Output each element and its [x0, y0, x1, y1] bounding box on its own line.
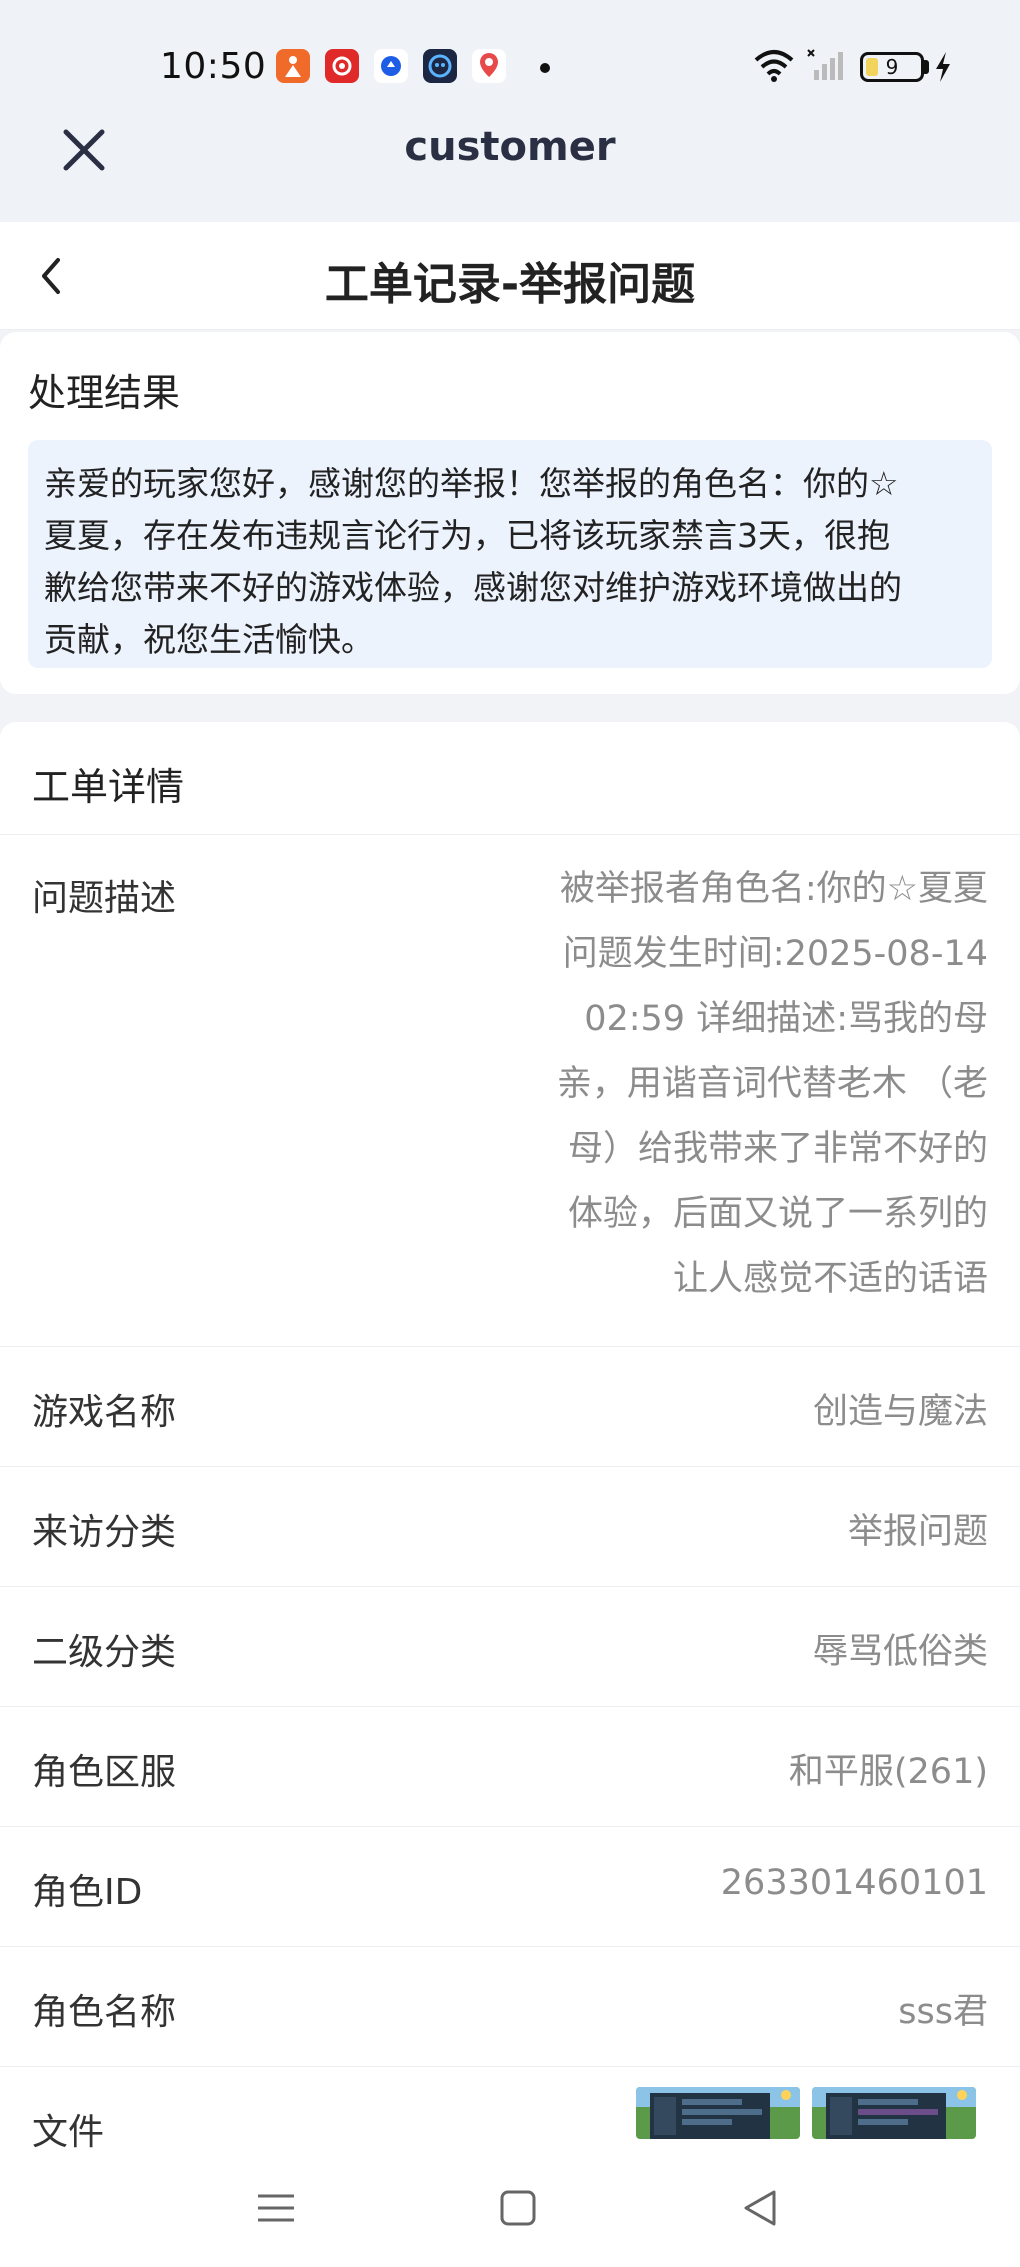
system-nav-bar — [0, 2150, 1020, 2267]
row-label: 问题描述 — [32, 878, 177, 919]
result-card: 处理结果 亲爱的玩家您好，感谢您的举报！您举报的角色名：你的☆ 夏夏，存在发布违… — [0, 332, 1020, 694]
detail-row-sub-category: 二级分类 辱骂低俗类 — [0, 1586, 1020, 1706]
description-line: 问题发生时间:2025-08-14 — [562, 934, 988, 974]
result-line: 夏夏，存在发布违规言论行为，已将该玩家禁言3天，很抱 — [44, 516, 890, 555]
home-icon[interactable] — [496, 2186, 540, 2230]
notification-dot — [540, 63, 550, 73]
row-value: 创造与魔法 — [812, 1392, 988, 1432]
file-thumbnail[interactable] — [812, 2087, 976, 2139]
detail-heading: 工单详情 — [32, 765, 185, 809]
description-line: 亲，用谐音词代替老木 （老 — [556, 1064, 988, 1104]
description-line: 体验，后面又说了一系列的 — [567, 1194, 988, 1234]
row-value: 和平服(261) — [788, 1752, 988, 1792]
result-line: 贡献，祝您生活愉快。 — [44, 620, 374, 659]
charging-bolt-icon — [936, 52, 950, 82]
detail-row-role-id: 角色ID 263301460101 — [0, 1826, 1020, 1946]
description-line: 让人感觉不适的话语 — [672, 1259, 988, 1299]
menu-icon[interactable] — [254, 2186, 298, 2230]
app-blue-circle-icon — [374, 49, 408, 83]
page-title: 工单记录-举报问题 — [324, 259, 696, 310]
result-line: 亲爱的玩家您好，感谢您的举报！您举报的角色名：你的☆ — [44, 464, 899, 503]
description-line: 被举报者角色名:你的☆夏夏 — [559, 869, 988, 909]
detail-card: 工单详情 问题描述 被举报者角色名:你的☆夏夏 问题发生时间:2025-08-1… — [0, 722, 1020, 2172]
description-line: 母）给我带来了非常不好的 — [567, 1129, 988, 1169]
battery-cap — [924, 60, 929, 74]
row-label: 角色名称 — [32, 1992, 177, 2033]
wifi-icon — [754, 50, 794, 82]
row-label: 角色区服 — [32, 1752, 177, 1793]
back-triangle-icon[interactable] — [738, 2186, 782, 2230]
detail-row-description: 问题描述 被举报者角色名:你的☆夏夏 问题发生时间:2025-08-14 02:… — [0, 834, 1020, 1299]
file-thumbnail[interactable] — [636, 2087, 800, 2139]
result-heading: 处理结果 — [28, 371, 181, 415]
description-line: 02:59 详细描述:骂我的母 — [584, 999, 988, 1039]
row-label: 文件 — [32, 2112, 105, 2153]
detail-row-visit-category: 来访分类 举报问题 — [0, 1466, 1020, 1586]
result-line: 歉给您带来不好的游戏体验，感谢您对维护游戏环境做出的 — [44, 568, 902, 607]
app-orange-icon — [276, 49, 310, 83]
row-label: 角色ID — [32, 1872, 143, 1913]
row-label: 来访分类 — [32, 1512, 177, 1553]
page-nav: 工单记录-举报问题 — [0, 222, 1020, 330]
detail-row-role-name: 角色名称 sss君 — [0, 1946, 1020, 2066]
detail-row-game-name: 游戏名称 创造与魔法 — [0, 1346, 1020, 1466]
app-map-pin-icon — [472, 49, 506, 83]
row-value: 263301460101 — [720, 1863, 988, 1903]
row-label: 二级分类 — [32, 1632, 177, 1673]
detail-row-server: 角色区服 和平服(261) — [0, 1706, 1020, 1826]
row-label: 游戏名称 — [32, 1392, 177, 1433]
app-netease-music-icon — [325, 49, 359, 83]
app-dark-robot-icon — [423, 49, 457, 83]
signal-icon — [807, 49, 843, 80]
row-value: sss君 — [898, 1992, 988, 2032]
row-value: 辱骂低俗类 — [812, 1632, 988, 1672]
battery-icon: 9 — [860, 52, 924, 82]
app-title: customer — [404, 124, 616, 170]
row-value: 举报问题 — [847, 1512, 988, 1552]
battery-level: 9 — [885, 55, 899, 79]
description-value: 被举报者角色名:你的☆夏夏 问题发生时间:2025-08-14 02:59 详细… — [508, 857, 988, 1312]
top-area: 10:50 9 customer — [0, 0, 1020, 222]
app-header: customer — [0, 110, 1020, 222]
status-time: 10:50 — [160, 46, 267, 87]
result-message-box: 亲爱的玩家您好，感谢您的举报！您举报的角色名：你的☆ 夏夏，存在发布违规言论行为… — [28, 440, 992, 668]
